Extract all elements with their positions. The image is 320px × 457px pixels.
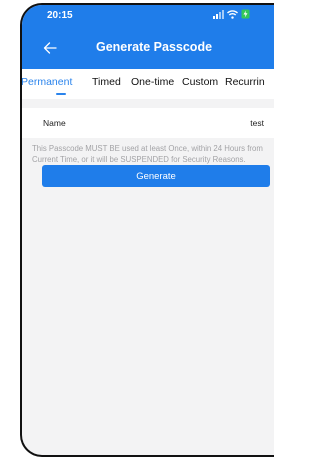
tab-recurring[interactable]: Recurrin [225,76,265,88]
name-row: Name [22,108,274,138]
name-input[interactable] [142,115,264,131]
page-title: Generate Passcode [96,40,213,54]
status-bar: 20:15 [22,5,274,27]
tab-custom[interactable]: Custom [182,76,218,88]
wifi-icon [227,9,238,19]
tab-bar: Permanent Timed One-time Custom Recurrin [22,69,274,99]
phone-frame: 20:15 Generate Passcode Permanent Timed … [20,3,274,457]
signal-icon [213,9,224,19]
tab-one-time[interactable]: One-time [131,76,174,88]
status-time: 20:15 [47,10,73,21]
tab-permanent[interactable]: Permanent [22,76,72,88]
status-icons [213,9,250,19]
active-tab-indicator [56,93,66,95]
name-label: Name [43,118,66,128]
header: Generate Passcode [22,27,274,69]
generate-button[interactable]: Generate [42,165,270,187]
battery-charging-icon [241,9,250,19]
tab-timed[interactable]: Timed [92,76,121,88]
arrow-left-icon[interactable] [42,40,58,56]
passcode-notice: This Passcode MUST BE used at least Once… [32,144,263,164]
